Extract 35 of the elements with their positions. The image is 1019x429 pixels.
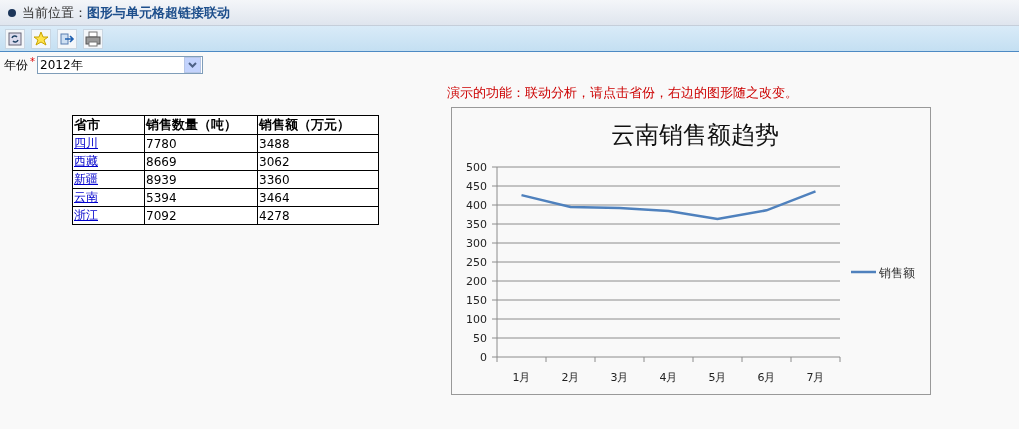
axis-tick-label: 500 <box>466 161 487 174</box>
column-header: 销售数量（吨） <box>144 115 258 135</box>
legend-item: 销售额 <box>851 266 915 280</box>
axis-tick-label: 300 <box>466 237 487 250</box>
year-label: 年份 <box>4 56 28 74</box>
axis-tick-label: 350 <box>466 218 487 231</box>
chart-title: 云南销售额趋势 <box>611 121 779 149</box>
axis-tick-label: 2月 <box>561 371 580 384</box>
required-mark: * <box>30 56 35 67</box>
axis-tick-label: 4月 <box>659 371 678 384</box>
printer-button[interactable] <box>83 29 103 49</box>
instruction-text: 演示的功能：联动分析，请点击省份，右边的图形随之改变。 <box>447 84 799 102</box>
axis-tick-label: 400 <box>466 199 487 212</box>
breadcrumb-current: 图形与单元格超链接联动 <box>87 4 230 20</box>
axis-tick-label: 7月 <box>806 371 825 384</box>
bullet-icon <box>8 8 16 17</box>
axis-tick-label: 6月 <box>757 371 776 384</box>
year-dropdown[interactable]: 2012年 <box>37 56 203 74</box>
axis-tick-label: 1月 <box>512 371 531 384</box>
breadcrumb-label: 当前位置： <box>22 4 87 20</box>
axis-tick-label: 200 <box>466 275 487 288</box>
legend-label: 销售额 <box>878 266 915 280</box>
star-button[interactable] <box>31 29 51 49</box>
export-button[interactable] <box>57 29 77 49</box>
axis-tick-label: 100 <box>466 313 487 326</box>
axis-tick-label: 5月 <box>708 371 727 384</box>
axis-tick-label: 150 <box>466 294 487 307</box>
axis-tick-label: 0 <box>480 351 487 364</box>
axis-tick-label: 3月 <box>610 371 629 384</box>
axis-tick-label: 250 <box>466 256 487 269</box>
column-header: 销售额（万元） <box>257 115 379 135</box>
axis-tick-label: 50 <box>473 332 487 345</box>
axis-tick-label: 450 <box>466 180 487 193</box>
column-header: 省市 <box>72 115 145 135</box>
refresh-button[interactable] <box>5 29 25 49</box>
